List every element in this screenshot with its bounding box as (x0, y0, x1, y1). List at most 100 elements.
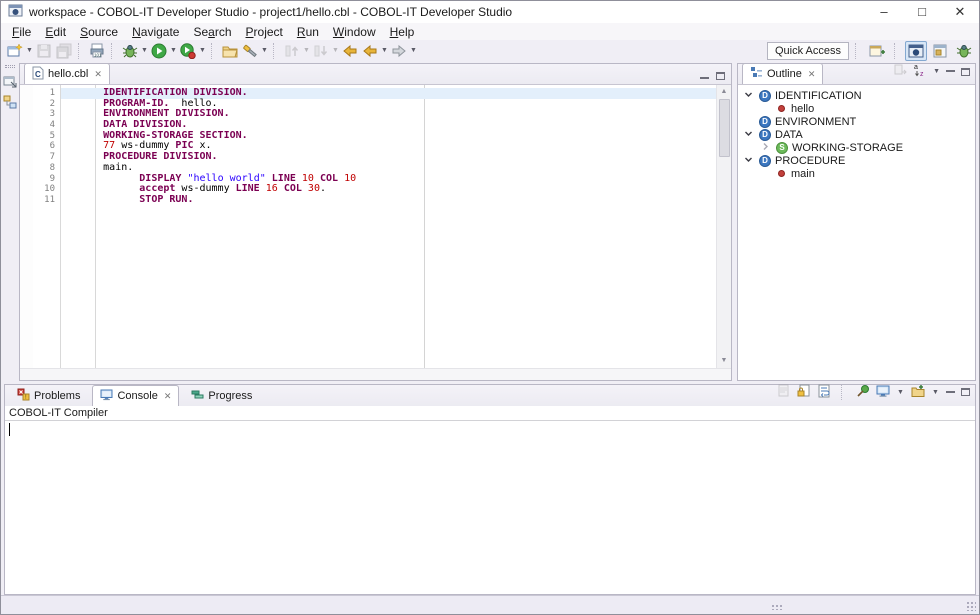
problems-icon: ! (17, 388, 30, 404)
previous-annotation-button[interactable] (282, 41, 302, 61)
quick-access-box[interactable]: Quick Access (767, 42, 849, 60)
minimize-bottom-button[interactable] (946, 391, 955, 394)
editor-vertical-scrollbar[interactable]: ▲ ▼ (716, 85, 731, 368)
console-tab-close-icon[interactable]: ✕ (164, 391, 172, 402)
run-dropdown-icon[interactable]: ▼ (169, 41, 178, 61)
code-line[interactable]: PROCEDURE DIVISION. (61, 152, 716, 163)
resource-perspective-button[interactable] (929, 41, 951, 61)
open-console-icon[interactable] (911, 384, 925, 401)
restore-view-icon[interactable] (3, 74, 17, 91)
debug-perspective-button[interactable] (953, 41, 975, 61)
compile-button[interactable]: 101 (87, 41, 107, 61)
search-button[interactable] (240, 41, 260, 61)
view-menu-icon[interactable]: ▼ (933, 68, 940, 75)
next-annotation-button[interactable] (311, 41, 331, 61)
next-annotation-dropdown-icon[interactable]: ▼ (331, 41, 340, 61)
console-output[interactable] (5, 421, 975, 594)
expand-icon[interactable] (759, 142, 772, 154)
scroll-up-icon[interactable]: ▲ (721, 85, 728, 99)
run-attach-dropdown-icon[interactable]: ▼ (198, 41, 207, 61)
save-button[interactable] (34, 41, 54, 61)
display-console-dropdown-icon[interactable]: ▼ (896, 382, 905, 402)
annotation-ruler (20, 85, 33, 368)
menu-item-window[interactable]: Window (326, 24, 383, 40)
debug-button[interactable] (120, 41, 140, 61)
previous-annotation-dropdown-icon[interactable]: ▼ (302, 41, 311, 61)
editor-tab-close-icon[interactable]: ✕ (94, 69, 102, 80)
editor-horizontal-scrollbar[interactable] (20, 368, 731, 380)
collapse-icon[interactable] (742, 155, 755, 167)
tab-progress[interactable]: Progress (183, 385, 260, 406)
outline-tab-close-icon[interactable]: ✕ (808, 69, 816, 80)
outline-node-identification[interactable]: DIDENTIFICATION (738, 89, 975, 102)
pin-console-icon[interactable] (856, 384, 870, 401)
scroll-lock-icon[interactable] (797, 384, 811, 401)
collapse-icon[interactable] (742, 90, 755, 102)
back-dropdown-icon[interactable]: ▼ (380, 41, 389, 61)
outline-icon (750, 66, 763, 82)
menu-item-help[interactable]: Help (383, 24, 422, 40)
code-editor[interactable]: 1234567891011 IDENTIFICATION DIVISION. P… (20, 85, 731, 368)
collapse-icon[interactable] (742, 129, 755, 141)
scroll-down-icon[interactable]: ▼ (721, 354, 728, 368)
clear-console-icon[interactable] (777, 384, 791, 401)
outline-node-hello[interactable]: hello (738, 102, 975, 115)
outline-node-label: ENVIRONMENT (775, 116, 856, 128)
outline-node-main[interactable]: main (738, 167, 975, 180)
resize-grip[interactable] (966, 601, 976, 611)
fast-view-grip[interactable] (5, 65, 15, 68)
run-attach-button[interactable] (178, 41, 198, 61)
debug-dropdown-icon[interactable]: ▼ (140, 41, 149, 61)
tab-problems[interactable]: !Problems (9, 385, 88, 406)
outline-node-procedure[interactable]: DPROCEDURE (738, 154, 975, 167)
last-edit-location-button[interactable] (340, 41, 360, 61)
menu-item-search[interactable]: Search (186, 24, 238, 40)
run-button[interactable] (149, 41, 169, 61)
text-caret (9, 423, 10, 436)
menu-item-edit[interactable]: Edit (38, 24, 73, 40)
svg-text:101: 101 (94, 52, 102, 57)
outline-node-environment[interactable]: DENVIRONMENT (738, 115, 975, 128)
tab-hello-cbl[interactable]: C hello.cbl ✕ (24, 63, 110, 84)
maximize-outline-button[interactable] (961, 68, 970, 76)
code-text-area[interactable]: IDENTIFICATION DIVISION. PROGRAM-ID. hel… (61, 85, 716, 368)
tab-console[interactable]: Console✕ (92, 385, 179, 406)
outline-node-working-storage[interactable]: SWORKING-STORAGE (738, 141, 975, 154)
new-wizard-button[interactable] (5, 41, 25, 61)
forward-button[interactable] (389, 41, 409, 61)
menu-item-run[interactable]: Run (290, 24, 326, 40)
save-all-button[interactable] (54, 41, 74, 61)
menu-item-source[interactable]: Source (73, 24, 125, 40)
menu-item-file[interactable]: File (5, 24, 38, 40)
menu-item-project[interactable]: Project (239, 24, 290, 40)
link-with-editor-icon[interactable] (893, 63, 907, 80)
cobol-perspective-button[interactable] (905, 41, 927, 61)
maximize-editor-button[interactable] (716, 72, 725, 80)
open-perspective-button[interactable] (866, 41, 888, 61)
status-grip[interactable] (771, 604, 783, 610)
forward-dropdown-icon[interactable]: ▼ (409, 41, 418, 61)
minimize-editor-button[interactable] (700, 77, 709, 80)
minimize-button[interactable]: – (865, 1, 903, 23)
search-dropdown-icon[interactable]: ▼ (260, 41, 269, 61)
open-resource-button[interactable] (220, 41, 240, 61)
code-line[interactable]: STOP RUN. (61, 195, 716, 206)
scrollbar-thumb[interactable] (719, 99, 730, 157)
menu-item-navigate[interactable]: Navigate (125, 24, 186, 40)
outline-node-data[interactable]: DDATA (738, 128, 975, 141)
editor-tab-bar: C hello.cbl ✕ (20, 64, 731, 85)
close-button[interactable]: ✕ (941, 1, 979, 23)
sort-icon[interactable]: az (913, 63, 927, 80)
open-console-dropdown-icon[interactable]: ▼ (931, 382, 940, 402)
maximize-bottom-button[interactable] (961, 388, 970, 396)
word-wrap-icon[interactable] (817, 384, 831, 401)
maximize-button[interactable]: □ (903, 1, 941, 23)
line-number-ruler: 1234567891011 (33, 85, 61, 368)
display-console-icon[interactable] (876, 384, 890, 401)
cobol-explorer-icon[interactable] (3, 95, 17, 112)
tab-outline[interactable]: Outline ✕ (742, 63, 823, 84)
new-wizard-dropdown-icon[interactable]: ▼ (25, 41, 34, 61)
bottom-tab-label: Progress (208, 390, 252, 402)
back-button[interactable] (360, 41, 380, 61)
minimize-outline-button[interactable] (946, 70, 955, 73)
